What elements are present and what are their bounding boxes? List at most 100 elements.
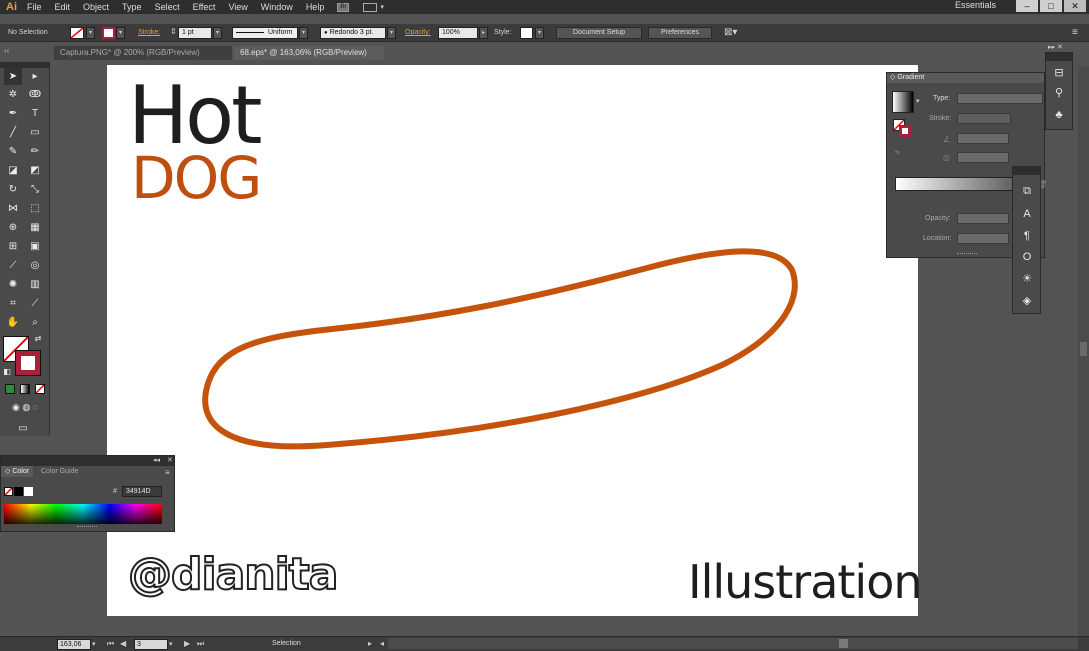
zoom-dropdown[interactable]: ▾ <box>92 639 101 650</box>
artboard-number-field[interactable]: 3 <box>134 639 168 650</box>
eraser-tool-icon[interactable]: ◩ <box>26 162 44 179</box>
none-mode-swatch[interactable] <box>35 384 45 394</box>
dock-header[interactable] <box>1013 167 1040 175</box>
dock-header[interactable] <box>1046 53 1072 61</box>
caption-illustration[interactable]: Illustration <box>688 559 922 605</box>
arrange-documents-icon[interactable] <box>363 2 378 12</box>
scroll-left-icon[interactable]: ◂ <box>380 639 384 648</box>
tab-color[interactable]: ◇ Color <box>1 466 34 477</box>
paragraph-panel-icon[interactable]: ¶ <box>1018 228 1036 244</box>
line-tool-icon[interactable]: ╱ <box>4 124 22 141</box>
tab-68-eps[interactable]: 68.eps* @ 163,06% (RGB/Preview) <box>234 46 384 60</box>
menu-type[interactable]: Type <box>122 2 142 12</box>
stroke-label[interactable]: Stroke: <box>138 29 160 36</box>
stepper-icon[interactable]: ⇕ <box>170 27 177 36</box>
default-fill-stroke-icon[interactable]: ◧ <box>2 367 12 377</box>
panel-menu-icon[interactable]: ≡ <box>165 468 170 477</box>
stroke-weight-field[interactable]: 1 pt <box>178 27 212 39</box>
tab-captura[interactable]: Captura.PNG* @ 200% (RGB/Preview) <box>54 46 232 60</box>
panel-resize-grip[interactable] <box>77 526 97 530</box>
chevron-down-icon[interactable]: ▾ <box>916 97 920 105</box>
vertical-scroll-thumb[interactable] <box>1080 342 1087 356</box>
eyedropper-tool-icon[interactable]: ⟋ <box>4 257 22 274</box>
opentype-panel-icon[interactable]: O <box>1018 249 1036 265</box>
next-artboard-icon[interactable]: ▶ <box>184 639 190 648</box>
symbols-panel-icon[interactable]: ♣ <box>1050 107 1068 123</box>
control-panel-menu-icon[interactable]: ≡ <box>1072 27 1078 38</box>
status-menu-icon[interactable]: ▸ <box>368 639 372 648</box>
reverse-gradient-icon[interactable]: ⇆ <box>895 149 900 156</box>
menu-edit[interactable]: Edit <box>55 2 71 12</box>
gradient-preview-swatch[interactable] <box>892 91 914 113</box>
color-spectrum[interactable] <box>4 504 162 524</box>
horizontal-scroll-thumb[interactable] <box>839 639 848 648</box>
rectangle-tool-icon[interactable]: ▭ <box>26 124 44 141</box>
panel-resize-grip[interactable] <box>957 253 977 257</box>
gradient-type-select[interactable] <box>957 93 1043 104</box>
lasso-tool-icon[interactable]: ↂ <box>26 86 44 103</box>
artboard-tool-icon[interactable]: ⌗ <box>4 295 22 312</box>
stroke-gradient-options[interactable] <box>957 113 1011 124</box>
previous-artboard-icon[interactable]: ◀ <box>120 639 126 648</box>
panel-menu-icon[interactable]: ⊠▾ <box>724 27 737 38</box>
artist-signature[interactable]: @dianita <box>127 552 339 598</box>
gradient-tool-icon[interactable]: ▣ <box>26 238 44 255</box>
screen-mode-icon[interactable]: ▭ <box>14 420 32 437</box>
vertical-scrollbar[interactable] <box>1078 66 1089 636</box>
menu-effect[interactable]: Effect <box>193 2 216 12</box>
close-button[interactable]: ✕ <box>1064 0 1086 12</box>
tab-color-guide[interactable]: Color Guide <box>37 466 82 477</box>
menu-view[interactable]: View <box>228 2 247 12</box>
artboard-dropdown[interactable]: ▾ <box>169 639 178 650</box>
magic-wand-tool-icon[interactable]: ✲ <box>4 86 22 103</box>
pen-tool-icon[interactable]: ✒ <box>4 105 22 122</box>
opacity-label[interactable]: Opacity: <box>405 29 431 36</box>
zoom-tool-icon[interactable]: ⌕ <box>26 314 44 331</box>
fill-none-icon[interactable] <box>70 27 84 39</box>
gradient-mode-swatch[interactable] <box>20 384 30 394</box>
perspective-grid-tool-icon[interactable]: ▦ <box>26 219 44 236</box>
stroke-weight-dropdown[interactable]: ▾ <box>213 27 222 39</box>
preferences-button[interactable]: Preferences <box>648 27 712 39</box>
minimize-button[interactable]: – <box>1016 0 1038 12</box>
blend-tool-icon[interactable]: ◎ <box>26 257 44 274</box>
brushes-panel-icon[interactable]: ⚲ <box>1050 85 1068 101</box>
menu-select[interactable]: Select <box>155 2 180 12</box>
last-artboard-icon[interactable]: ⏭ <box>197 639 204 649</box>
rotate-tool-icon[interactable]: ↻ <box>4 181 22 198</box>
stroke-color-dropdown[interactable]: ▾ <box>116 27 125 39</box>
transform-panel-icon[interactable]: ⧉ <box>1018 183 1036 199</box>
direct-selection-tool-icon[interactable]: ▸ <box>26 68 44 85</box>
fill-dropdown[interactable]: ▾ <box>86 27 95 39</box>
white-swatch[interactable] <box>24 487 33 496</box>
blob-brush-tool-icon[interactable]: ◪ <box>4 162 22 179</box>
workspace-switcher[interactable]: Essentials <box>955 0 996 10</box>
selection-tool-icon[interactable]: ➤ <box>4 68 22 85</box>
bridge-button[interactable]: Br <box>337 2 350 12</box>
draw-mode-icons[interactable]: ◉ ◍ ◌ <box>3 401 47 413</box>
type-tool-icon[interactable]: T <box>26 105 44 122</box>
character-panel-icon[interactable]: A <box>1018 206 1036 222</box>
menu-help[interactable]: Help <box>306 2 325 12</box>
menu-window[interactable]: Window <box>261 2 293 12</box>
zoom-field[interactable]: 163,06 <box>57 639 91 650</box>
gradient-stroke-icon[interactable] <box>899 125 911 137</box>
black-swatch[interactable] <box>14 487 23 496</box>
column-graph-tool-icon[interactable]: ▥ <box>26 276 44 293</box>
angle-field[interactable] <box>957 133 1009 144</box>
menu-object[interactable]: Object <box>83 2 109 12</box>
gradient-panel-header[interactable]: ◇ Gradient <box>887 73 1044 83</box>
color-panel-header[interactable]: ◂◂ ✕ <box>1 456 174 466</box>
align-panel-icon[interactable]: ⊟ <box>1050 65 1068 81</box>
symbol-sprayer-tool-icon[interactable]: ✺ <box>4 276 22 293</box>
opacity-field[interactable]: 100% <box>438 27 478 39</box>
graphic-style-swatch[interactable] <box>520 27 533 39</box>
chevron-down-icon[interactable]: ▾ <box>380 3 384 11</box>
swap-fill-stroke-icon[interactable]: ⇄ <box>32 334 44 344</box>
gradient-opacity-field[interactable] <box>957 213 1009 224</box>
shape-builder-tool-icon[interactable]: ⊕ <box>4 219 22 236</box>
scale-tool-icon[interactable]: ⤡ <box>26 181 44 198</box>
document-setup-button[interactable]: Document Setup <box>556 27 642 39</box>
menu-file[interactable]: File <box>27 2 42 12</box>
close-panel-icon[interactable]: ✕ <box>167 456 173 464</box>
